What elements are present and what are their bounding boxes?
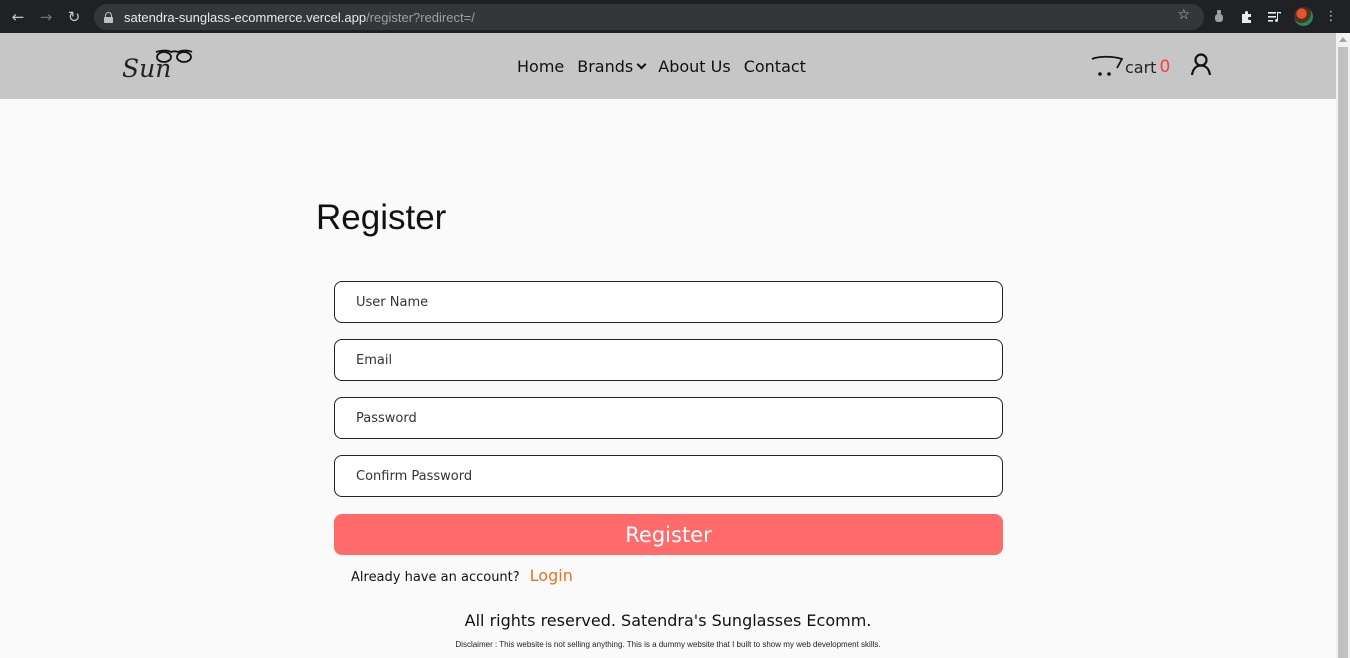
page-scrollbar[interactable] xyxy=(1336,33,1350,658)
scrollbar-thumb[interactable] xyxy=(1338,47,1348,658)
confirm-password-field-wrapper xyxy=(334,455,1003,497)
nav-about-us[interactable]: About Us xyxy=(658,57,730,76)
scroll-up-arrow-icon[interactable] xyxy=(1339,37,1347,42)
site-logo[interactable]: Sun xyxy=(122,45,194,85)
nav-contact[interactable]: Contact xyxy=(744,57,806,76)
password-field-wrapper xyxy=(334,397,1003,439)
username-field-wrapper xyxy=(334,281,1003,323)
sunglasses-icon xyxy=(155,49,193,63)
profile-avatar[interactable] xyxy=(1294,7,1313,26)
url-path: /register?redirect=/ xyxy=(366,9,475,25)
reading-list-icon[interactable] xyxy=(1262,0,1288,33)
confirm-password-input[interactable] xyxy=(335,456,1002,496)
back-arrow-icon[interactable]: ← xyxy=(4,0,32,33)
address-bar[interactable]: satendra-sunglass-ecommerce.vercel.app/r… xyxy=(94,4,1204,30)
nav-brands-label: Brands xyxy=(577,57,634,76)
email-field-wrapper xyxy=(334,339,1003,381)
url-host: satendra-sunglass-ecommerce.vercel.app xyxy=(124,9,367,25)
chevron-down-icon xyxy=(636,59,647,70)
main-navigation: Home Brands About Us Contact xyxy=(517,57,819,76)
extension-icon[interactable] xyxy=(1206,0,1232,33)
footer-rights: All rights reserved. Satendra's Sunglass… xyxy=(464,611,872,630)
cart-count-badge: 0 xyxy=(1159,57,1171,77)
register-button[interactable]: Register xyxy=(334,514,1003,555)
password-input[interactable] xyxy=(335,398,1002,438)
reload-icon[interactable]: ↻ xyxy=(60,0,88,33)
lock-icon xyxy=(104,11,113,23)
login-prompt-row: Already have an account? Login xyxy=(351,566,573,585)
browser-toolbar: ← → ↻ satendra-sunglass-ecommerce.vercel… xyxy=(0,0,1350,33)
user-account-icon[interactable] xyxy=(1190,53,1212,77)
cart-label: cart xyxy=(1125,58,1157,77)
cart-link[interactable]: cart 0 xyxy=(1091,55,1170,77)
bookmark-star-icon[interactable]: ☆ xyxy=(1177,7,1190,23)
cart-icon xyxy=(1091,55,1123,76)
footer-disclaimer: Disclaimer : This website is not selling… xyxy=(455,640,881,649)
page-title: Register xyxy=(316,198,447,237)
login-prompt-text: Already have an account? xyxy=(351,570,520,585)
email-input[interactable] xyxy=(335,340,1002,380)
nav-home[interactable]: Home xyxy=(517,57,564,76)
puzzle-extensions-icon[interactable] xyxy=(1234,0,1260,33)
nav-brands-dropdown[interactable]: Brands xyxy=(577,57,647,76)
site-header: Sun Home Brands About Us Contact cart 0 xyxy=(0,33,1336,99)
forward-arrow-icon[interactable]: → xyxy=(32,0,60,33)
login-link[interactable]: Login xyxy=(530,566,573,585)
menu-kebab-icon[interactable]: ⋮ xyxy=(1318,0,1344,33)
username-input[interactable] xyxy=(335,282,1002,322)
